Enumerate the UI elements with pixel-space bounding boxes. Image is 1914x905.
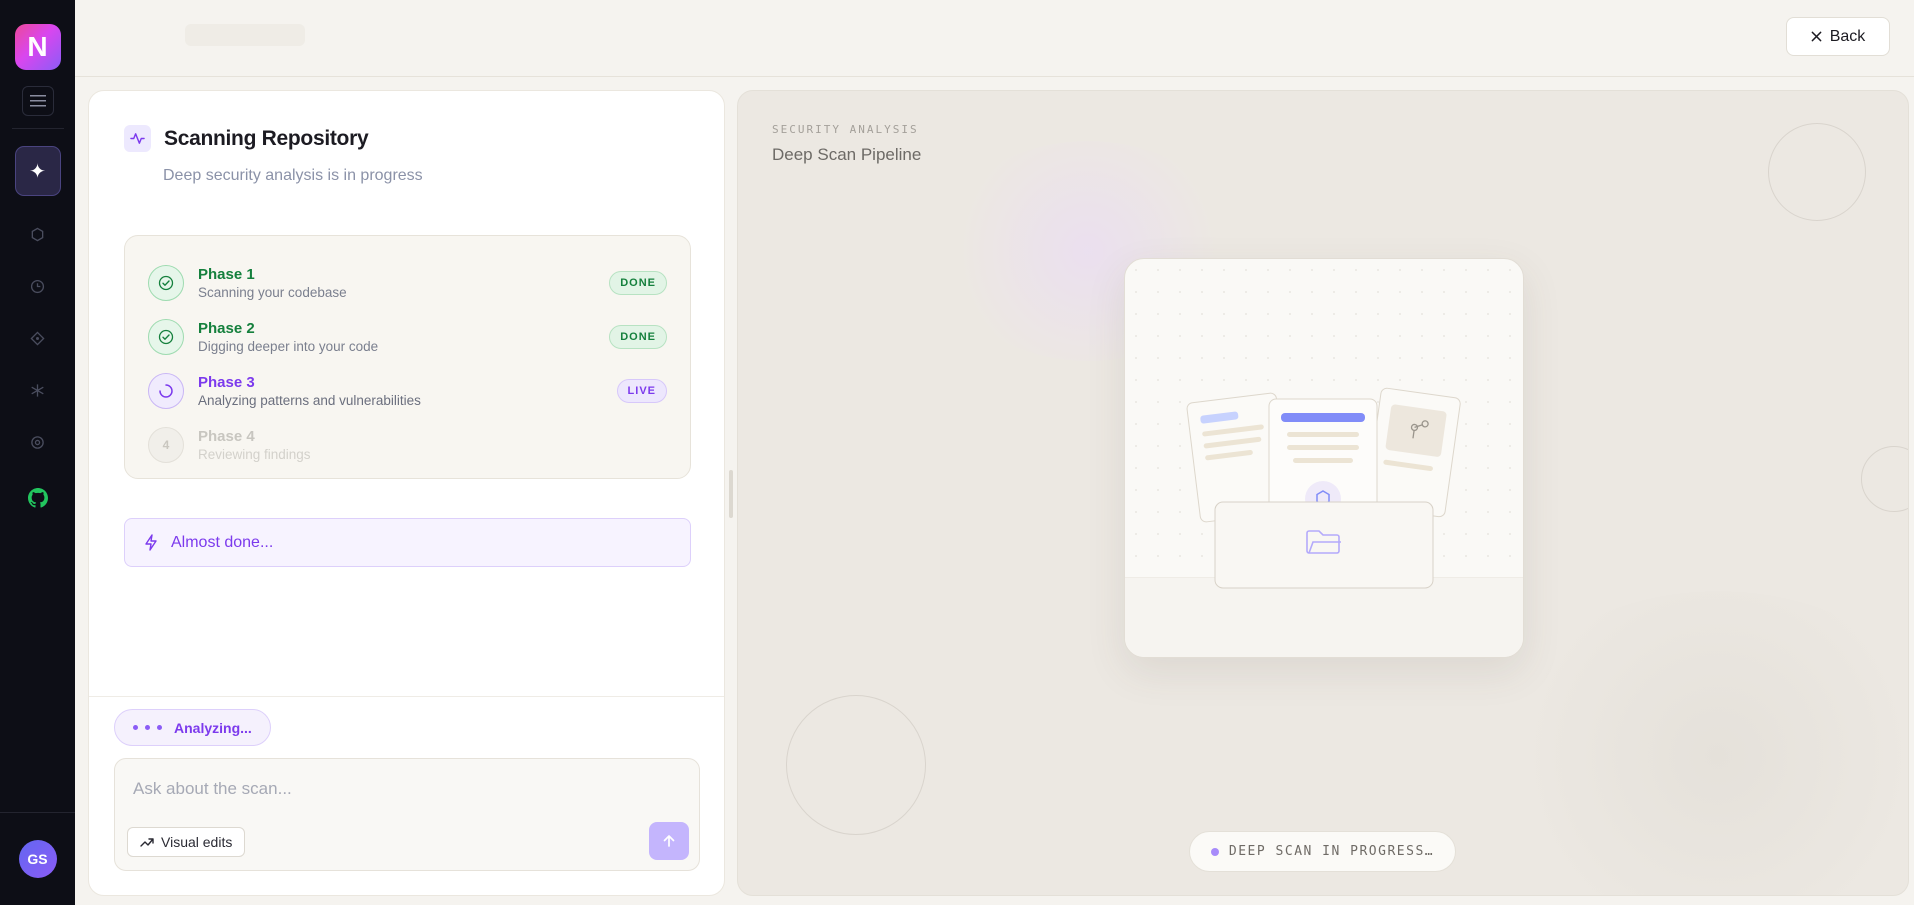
avatar[interactable]: GS (18, 840, 57, 878)
panel-divider (89, 696, 724, 697)
sidebar: N ✦ GS (0, 0, 75, 905)
phase-description: Scanning your codebase (198, 285, 347, 300)
decor-ring (1861, 446, 1908, 512)
diamond-icon (30, 330, 45, 346)
pipeline-title: Deep Scan Pipeline (772, 145, 922, 164)
scan-header: Scanning Repository Deep security analys… (124, 125, 423, 185)
phase-name: Phase 1 (198, 266, 255, 283)
pipeline-panel: SECURITY ANALYSIS Deep Scan Pipeline DEE… (737, 90, 1909, 896)
github-icon (27, 488, 48, 508)
sidebar-item-components[interactable] (20, 320, 56, 356)
sidebar-item-settings[interactable] (20, 424, 56, 460)
resize-handle[interactable] (729, 470, 733, 518)
analyzing-label: Analyzing... (174, 719, 252, 736)
check-circle-icon (148, 319, 184, 355)
phase-description: Digging deeper into your code (198, 339, 379, 354)
progress-notice-text: Almost done... (171, 533, 274, 551)
progress-notice: Almost done... (124, 518, 691, 567)
decor-ring (786, 695, 926, 835)
visual-edits-label: Visual edits (161, 834, 233, 850)
menu-button[interactable] (21, 86, 54, 116)
sparkle-icon: ✦ (29, 160, 46, 183)
title-placeholder (185, 24, 305, 46)
check-circle-icon (148, 265, 184, 301)
phase-item-3: Phase 3 Analyzing patterns and vulnerabi… (148, 364, 667, 418)
top-bar: Back (75, 0, 1914, 77)
analyzing-indicator: Analyzing... (114, 709, 271, 746)
sidebar-item-projects[interactable] (20, 216, 56, 252)
app-logo-letter: N (27, 31, 48, 62)
phase-item-4: 4 Phase 4 Reviewing findings (148, 418, 667, 472)
avatar-initials: GS (27, 851, 48, 867)
arrow-up-icon (663, 835, 675, 847)
pipeline-eyebrow: SECURITY ANALYSIS (772, 123, 919, 136)
sidebar-divider (11, 128, 64, 129)
chat-composer: Visual edits (114, 758, 700, 871)
scan-title: Scanning Repository (164, 126, 369, 150)
phase-list: Phase 1 Scanning your codebase DONE Phas… (124, 235, 691, 479)
hamburger-icon (29, 95, 46, 107)
status-dot-icon (1210, 847, 1219, 856)
sidebar-item-history[interactable] (20, 268, 56, 304)
folder-files-illustration (1186, 387, 1461, 589)
asterisk-icon (31, 383, 44, 397)
ai-assistant-button[interactable]: ✦ (14, 146, 61, 196)
spinner-icon (148, 373, 184, 409)
sidebar-item-integrations[interactable] (20, 372, 56, 408)
phase-name: Phase 4 (198, 428, 255, 445)
clock-icon (30, 279, 45, 293)
visual-edits-button[interactable]: Visual edits (127, 827, 246, 857)
status-badge: DONE (609, 271, 667, 295)
typing-dots-icon (133, 725, 162, 730)
trend-icon (140, 838, 154, 847)
background-glow (1488, 591, 1908, 895)
lightning-icon (145, 534, 157, 551)
phase-description: Reviewing findings (198, 447, 311, 462)
close-icon (1811, 31, 1822, 42)
sidebar-item-github[interactable] (20, 480, 56, 516)
scan-panel: Scanning Repository Deep security analys… (88, 90, 725, 896)
settings-icon (31, 435, 44, 449)
phase-number: 4 (148, 427, 184, 463)
decor-ring (1768, 123, 1866, 221)
scan-illustration (1124, 258, 1524, 658)
phase-name: Phase 3 (198, 374, 255, 391)
status-badge: LIVE (616, 379, 667, 403)
back-button[interactable]: Back (1786, 17, 1890, 56)
status-badge: DONE (609, 325, 667, 349)
chat-input[interactable] (133, 777, 673, 801)
sidebar-footer: GS (0, 812, 75, 905)
phase-item-1: Phase 1 Scanning your codebase DONE (148, 256, 667, 310)
back-button-label: Back (1829, 27, 1866, 45)
phase-item-2: Phase 2 Digging deeper into your code DO… (148, 310, 667, 364)
hexagon-icon (31, 227, 44, 241)
phase-description: Analyzing patterns and vulnerabilities (198, 393, 421, 408)
app-logo[interactable]: N (14, 24, 61, 70)
scan-status-text: DEEP SCAN IN PROGRESS… (1228, 844, 1435, 859)
phase-name: Phase 2 (198, 320, 255, 337)
activity-icon (124, 125, 151, 152)
scan-status-pill: DEEP SCAN IN PROGRESS… (1189, 831, 1456, 872)
scan-subtitle: Deep security analysis is in progress (163, 167, 423, 184)
send-button[interactable] (649, 822, 689, 860)
